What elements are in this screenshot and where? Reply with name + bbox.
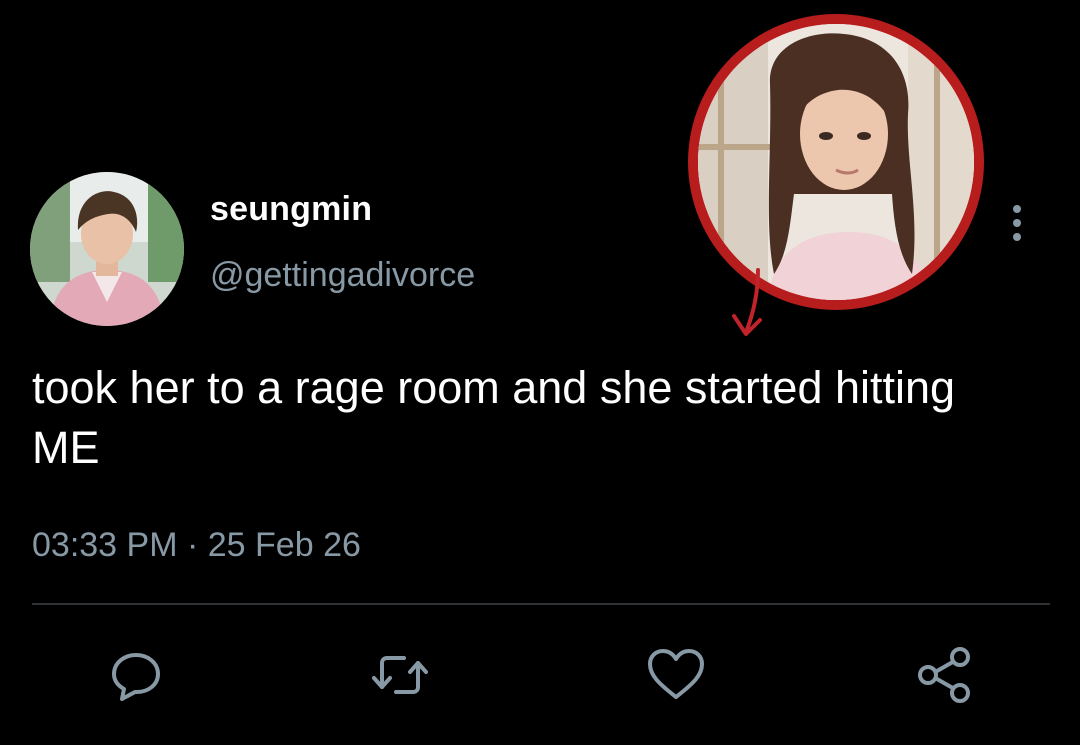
share-button[interactable] bbox=[914, 645, 974, 705]
divider bbox=[32, 603, 1050, 605]
share-icon bbox=[918, 647, 970, 703]
pointer-arrow-icon bbox=[732, 268, 762, 336]
more-vertical-icon-dot bbox=[1013, 233, 1021, 241]
user-handle[interactable]: @gettingadivorce bbox=[210, 256, 475, 295]
timestamp-separator: · bbox=[186, 526, 199, 564]
avatar[interactable] bbox=[30, 172, 184, 326]
heart-icon bbox=[648, 649, 704, 699]
reply-button[interactable] bbox=[106, 645, 166, 705]
highlight-photo bbox=[688, 14, 984, 310]
more-vertical-icon bbox=[1013, 205, 1021, 213]
retweet-icon bbox=[372, 656, 428, 694]
tweet-timestamp[interactable]: 03:33 PM · 25 Feb 26 bbox=[32, 526, 361, 565]
reply-icon bbox=[112, 653, 160, 701]
display-name[interactable]: seungmin bbox=[210, 190, 372, 229]
tweet-time: 03:33 PM bbox=[32, 526, 178, 564]
tweet-text: took her to a rage room and she started … bbox=[32, 362, 956, 473]
like-button[interactable] bbox=[646, 645, 706, 705]
more-options-button[interactable] bbox=[1002, 203, 1032, 243]
avatar-photo bbox=[30, 172, 184, 326]
more-vertical-icon-dot bbox=[1013, 219, 1021, 227]
retweet-button[interactable] bbox=[370, 645, 430, 705]
highlight-photo-image bbox=[698, 24, 974, 300]
tweet-date: 25 Feb 26 bbox=[207, 526, 361, 564]
